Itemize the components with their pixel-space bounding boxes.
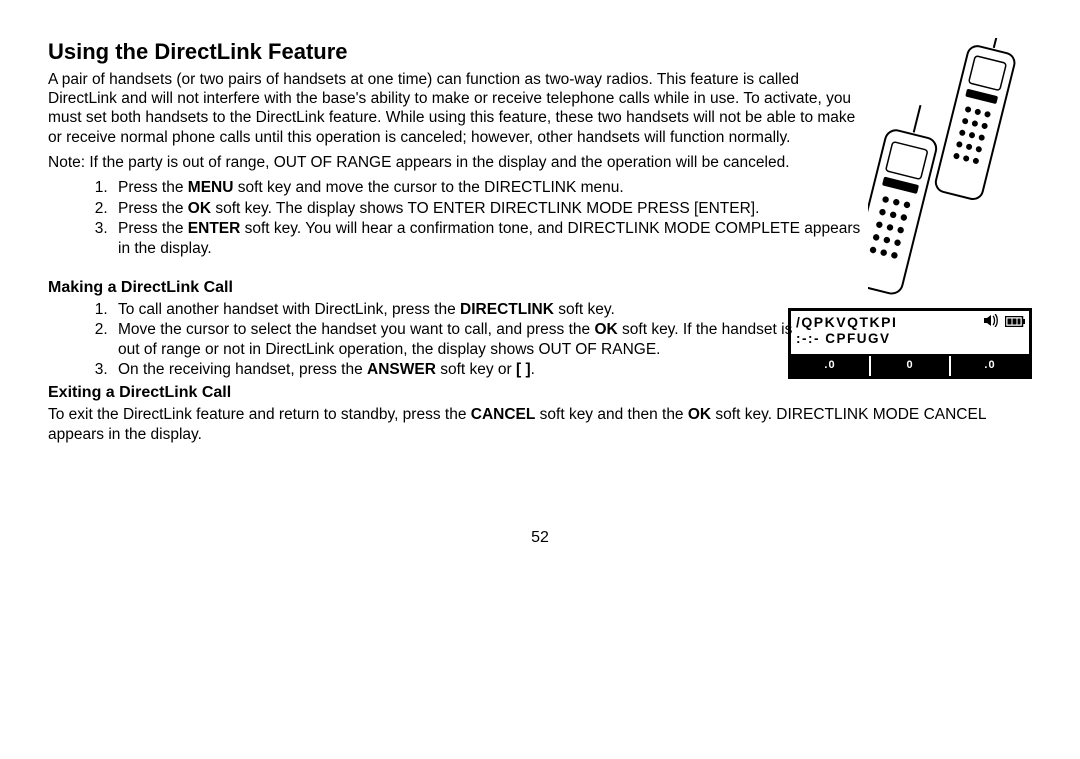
lcd-soft-key-3: .0 xyxy=(949,356,1029,376)
setup-step-2: Press the OK soft key. The display shows… xyxy=(112,199,868,218)
making-step-1: To call another handset with DirectLink,… xyxy=(112,300,808,319)
lcd-soft-key-1: .0 xyxy=(791,356,869,376)
handsets-illustration xyxy=(868,38,1032,260)
lcd-display: /QPKVQTKPI :-:- CPFUGV .0 0 .0 xyxy=(788,308,1032,379)
page-number: 52 xyxy=(48,528,1032,548)
making-call-steps: To call another handset with DirectLink,… xyxy=(48,300,808,380)
making-call-heading: Making a DirectLink Call xyxy=(48,278,808,298)
speaker-icon xyxy=(983,314,999,332)
exiting-paragraph: To exit the DirectLink feature and retur… xyxy=(48,405,1032,444)
lcd-soft-key-bar: .0 0 .0 xyxy=(791,354,1029,376)
setup-step-1: Press the MENU soft key and move the cur… xyxy=(112,178,868,197)
setup-step-3: Press the ENTER soft key. You will hear … xyxy=(112,219,868,258)
lcd-line2: :-:- CPFUGV xyxy=(791,331,1029,354)
setup-steps: Press the MENU soft key and move the cur… xyxy=(48,178,868,258)
making-step-2: Move the cursor to select the handset yo… xyxy=(112,320,808,359)
intro-paragraph: A pair of handsets (or two pairs of hand… xyxy=(48,70,868,148)
making-step-3: On the receiving handset, press the ANSW… xyxy=(112,360,808,379)
talk-bracket-icon: [ ] xyxy=(516,361,531,378)
note-paragraph: Note: If the party is out of range, OUT … xyxy=(48,153,868,172)
exiting-heading: Exiting a DirectLink Call xyxy=(48,383,1032,403)
lcd-soft-key-2: 0 xyxy=(869,356,949,376)
battery-icon xyxy=(1005,314,1025,332)
page-title: Using the DirectLink Feature xyxy=(48,38,868,66)
lcd-line1: /QPKVQTKPI xyxy=(796,314,897,332)
